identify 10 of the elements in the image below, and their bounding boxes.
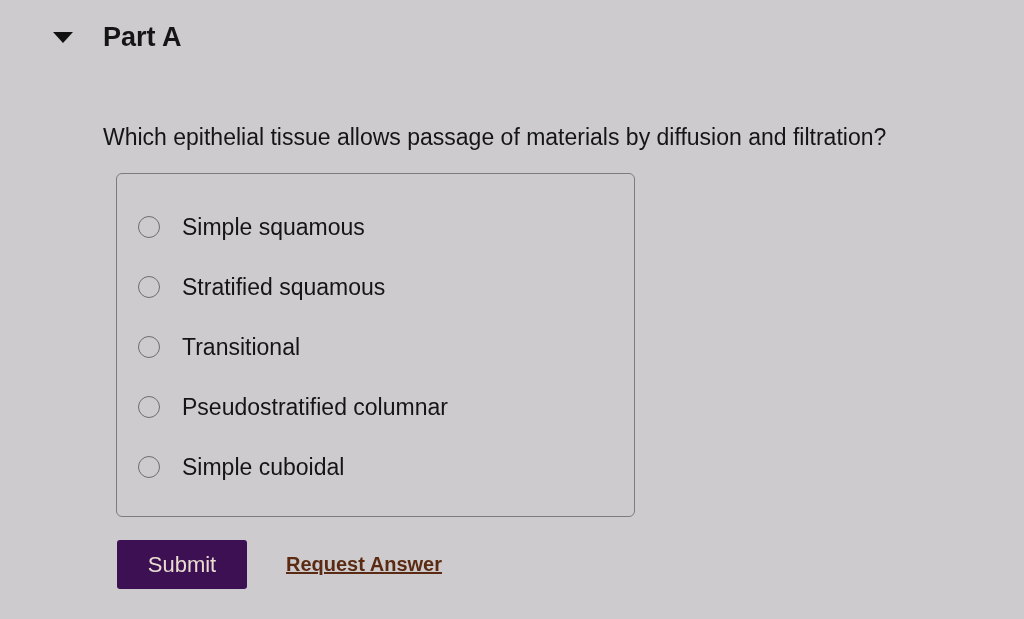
option-label[interactable]: Transitional — [182, 332, 301, 362]
caret-icon[interactable] — [53, 31, 73, 43]
option-label[interactable]: Simple cuboidal — [182, 452, 345, 482]
option-label[interactable]: Simple squamous — [182, 212, 365, 242]
submit-button[interactable]: Submit — [117, 540, 247, 589]
option-label[interactable]: Stratified squamous — [182, 272, 386, 302]
option-label[interactable]: Pseudostratified columnar — [182, 392, 448, 422]
question-text: Which epithelial tissue allows passage of materials by diffusion and filtration? — [103, 123, 888, 152]
part-title: Part A — [103, 22, 182, 52]
request-answer-link[interactable]: Request Answer — [286, 553, 442, 576]
